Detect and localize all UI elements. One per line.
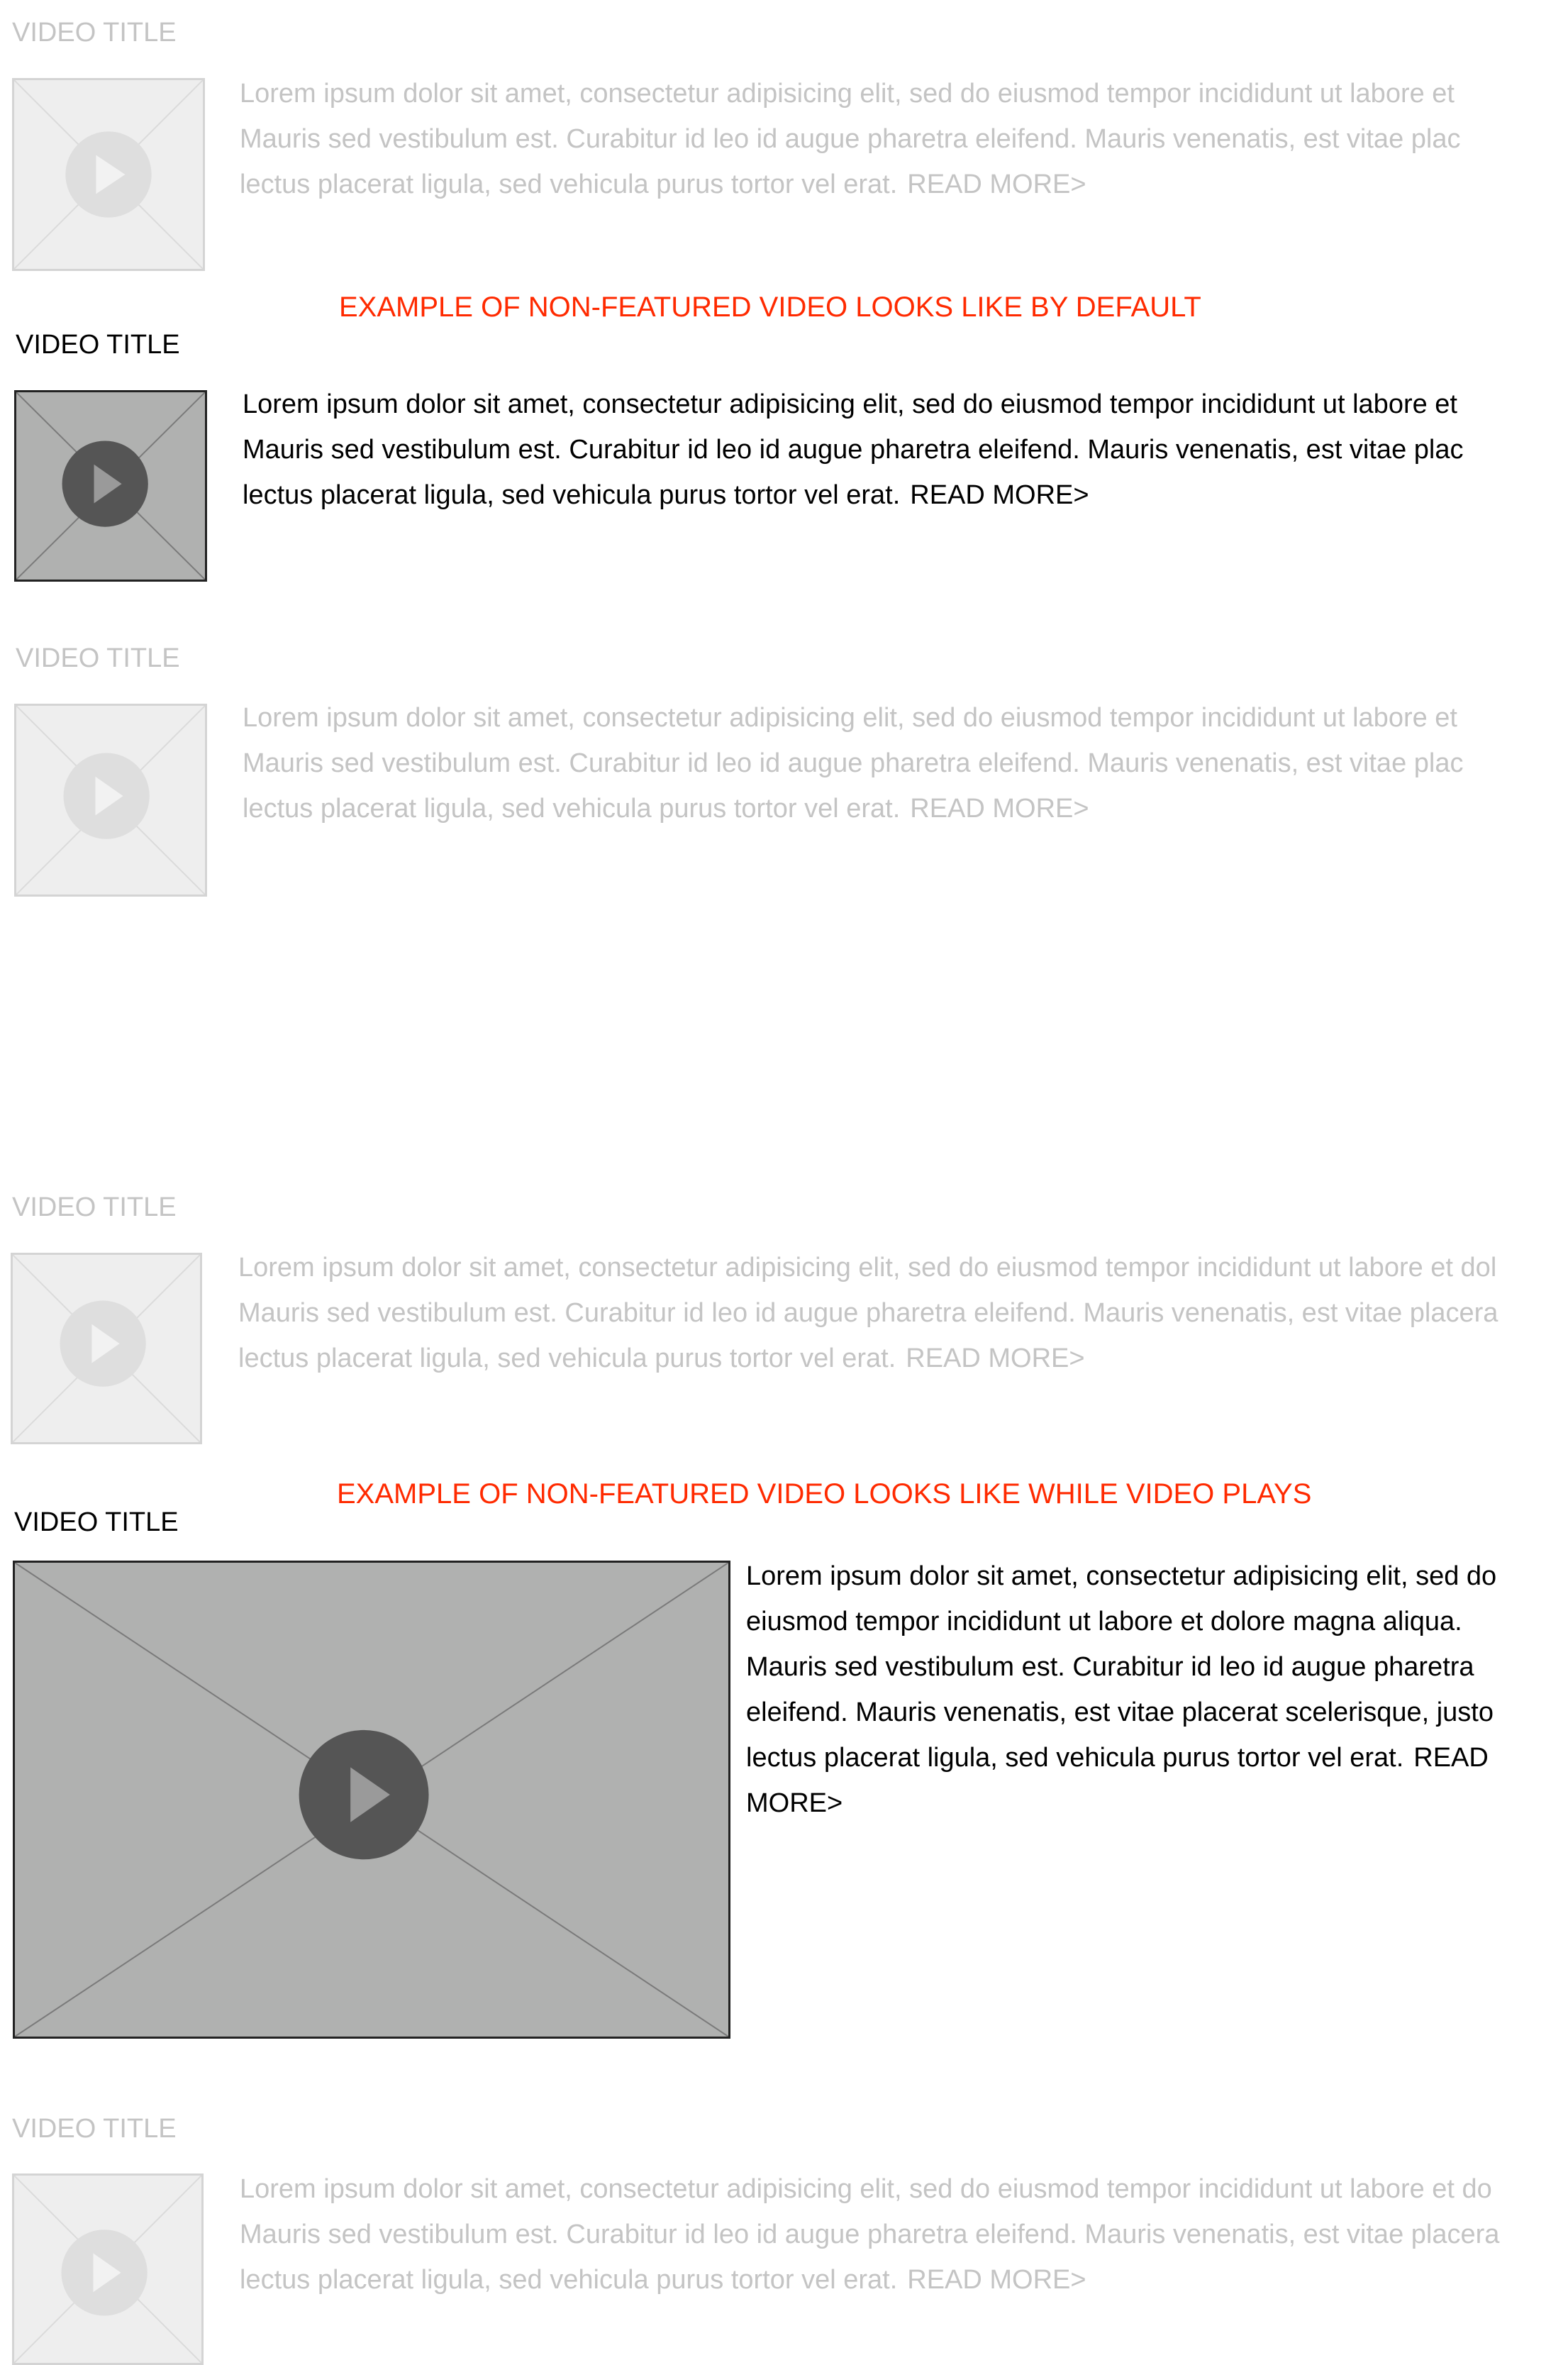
video-description: Lorem ipsum dolor sit amet, consectetur … bbox=[243, 382, 1528, 518]
video-thumbnail[interactable] bbox=[12, 78, 205, 271]
video-title[interactable]: VIDEO TITLE bbox=[12, 1192, 177, 1223]
read-more-link[interactable]: READ MORE> bbox=[906, 1344, 1084, 1373]
read-more-link[interactable]: READ MORE> bbox=[907, 2265, 1086, 2295]
video-description: Lorem ipsum dolor sit amet, consectetur … bbox=[243, 695, 1528, 831]
play-icon[interactable] bbox=[62, 441, 148, 527]
play-icon[interactable] bbox=[65, 131, 152, 218]
description-line: Lorem ipsum dolor sit amet, consectetur … bbox=[240, 79, 1455, 109]
description-line: Lorem ipsum dolor sit amet, consectetur … bbox=[238, 1253, 1497, 1283]
video-title[interactable]: VIDEO TITLE bbox=[16, 329, 180, 360]
description-line: Mauris sed vestibulum est. Curabitur id … bbox=[243, 748, 1464, 778]
video-title[interactable]: VIDEO TITLE bbox=[12, 2113, 177, 2144]
annotation-default-state: EXAMPLE OF NON-FEATURED VIDEO LOOKS LIKE… bbox=[339, 292, 1201, 323]
read-more-link[interactable]: READ MORE> bbox=[907, 170, 1086, 199]
video-thumbnail[interactable] bbox=[14, 704, 207, 897]
play-icon[interactable] bbox=[63, 753, 150, 839]
video-description: Lorem ipsum dolor sit amet, consectetur … bbox=[240, 2166, 1568, 2303]
read-more-link[interactable]: READ MORE> bbox=[910, 794, 1089, 824]
description-line: lectus placerat ligula, sed vehicula pur… bbox=[240, 2265, 898, 2295]
video-player[interactable] bbox=[13, 1561, 730, 2039]
description-line: Lorem ipsum dolor sit amet, consectetur … bbox=[240, 2174, 1492, 2204]
video-title[interactable]: VIDEO TITLE bbox=[14, 1507, 179, 1538]
description-line: Lorem ipsum dolor sit amet, consectetur … bbox=[243, 389, 1457, 419]
description-line: lectus placerat ligula, sed vehicula pur… bbox=[243, 794, 901, 824]
description-line: lectus placerat ligula, sed vehicula pur… bbox=[243, 480, 901, 510]
description-line: Mauris sed vestibulum est. Curabitur id … bbox=[238, 1298, 1499, 1328]
read-more-link[interactable]: READ MORE> bbox=[910, 480, 1089, 510]
play-icon[interactable] bbox=[299, 1729, 429, 1860]
video-placeholder-graphic bbox=[15, 1563, 728, 2037]
video-placeholder-graphic bbox=[14, 80, 203, 269]
description-line: lectus placerat ligula, sed vehicula pur… bbox=[240, 170, 898, 199]
description-line: Mauris sed vestibulum est. Curabitur id … bbox=[243, 435, 1464, 465]
video-thumbnail[interactable] bbox=[11, 1253, 202, 1444]
video-title[interactable]: VIDEO TITLE bbox=[12, 17, 177, 48]
video-title[interactable]: VIDEO TITLE bbox=[16, 643, 180, 674]
description-line: Mauris sed vestibulum est. Curabitur id … bbox=[240, 2220, 1500, 2249]
description-line: Lorem ipsum dolor sit amet, consectetur … bbox=[243, 703, 1457, 733]
annotation-playing-state: EXAMPLE OF NON-FEATURED VIDEO LOOKS LIKE… bbox=[337, 1478, 1312, 1510]
video-description: Lorem ipsum dolor sit amet, consectetur … bbox=[238, 1245, 1568, 1381]
video-placeholder-graphic bbox=[16, 392, 205, 580]
description-text: Lorem ipsum dolor sit amet, consectetur … bbox=[746, 1561, 1497, 1773]
video-placeholder-graphic bbox=[16, 706, 205, 895]
play-icon[interactable] bbox=[61, 2230, 148, 2316]
video-description: Lorem ipsum dolor sit amet, consectetur … bbox=[746, 1553, 1547, 1826]
description-line: Mauris sed vestibulum est. Curabitur id … bbox=[240, 124, 1461, 154]
play-icon[interactable] bbox=[60, 1300, 146, 1387]
video-placeholder-graphic bbox=[14, 2176, 201, 2363]
video-description: Lorem ipsum dolor sit amet, consectetur … bbox=[240, 71, 1528, 207]
video-thumbnail[interactable] bbox=[14, 390, 207, 582]
video-thumbnail[interactable] bbox=[12, 2173, 204, 2365]
video-placeholder-graphic bbox=[13, 1255, 200, 1442]
description-line: lectus placerat ligula, sed vehicula pur… bbox=[238, 1344, 896, 1373]
